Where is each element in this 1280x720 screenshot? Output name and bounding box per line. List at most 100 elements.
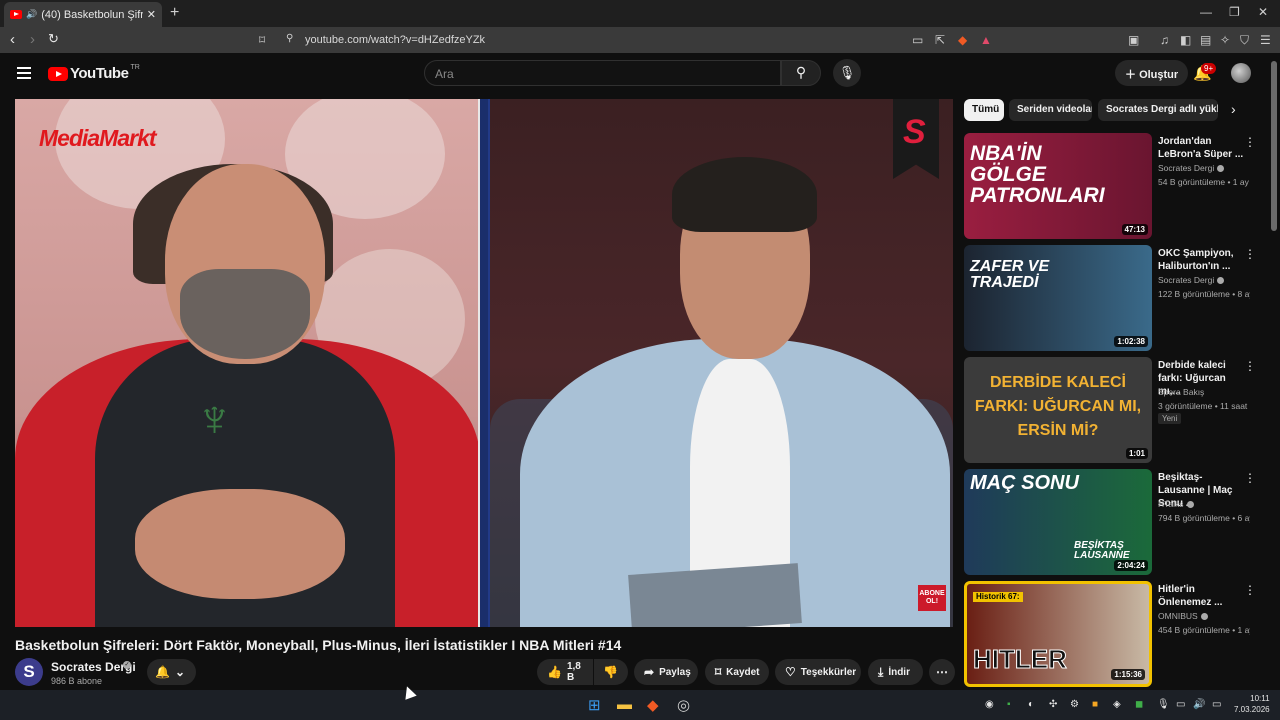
browser-menu-icon[interactable]: ☰ [1260, 33, 1271, 47]
thumbs-down-icon: 👎 [603, 665, 618, 679]
brave-browser-icon[interactable]: ◆ [647, 696, 659, 714]
more-vertical-icon[interactable]: ⋮ [1244, 359, 1256, 373]
new-tab-button[interactable]: + [170, 4, 179, 22]
window-close-button[interactable]: ✕ [1258, 5, 1268, 19]
url-field[interactable]: youtube.com/watch?v=dHZedfzeYZk [305, 34, 485, 46]
vpn-shield-icon[interactable]: ⛉ [1240, 33, 1249, 48]
recommendation-item[interactable]: Historik 67: HITLER 1:15:36 Hitler'in Ön… [964, 581, 1264, 687]
rec-meta: 122 B görüntüleme • 8 ay önce [1158, 289, 1250, 299]
save-button[interactable]: ⌑ Kaydet [705, 659, 769, 685]
rec-meta: 794 B görüntüleme • 6 ay önce [1158, 513, 1250, 523]
verified-icon [1200, 613, 1208, 620]
share-button[interactable]: ➦ Paylaş [634, 659, 698, 685]
plus-icon: ＋ [1125, 69, 1140, 81]
browser-tab-bar: 🔊 (40) Basketbolun Şifreleri: Dö ✕ + — ❐… [0, 0, 1280, 27]
rec-meta: 54 B görüntüleme • 1 ay önce [1158, 177, 1250, 187]
more-actions-button[interactable]: ⋯ [929, 659, 955, 685]
video-right-panel [490, 99, 953, 627]
share-page-icon[interactable]: ⇱ [935, 33, 945, 47]
mic-icon: 🎙 [838, 65, 856, 80]
tray-icon[interactable]: ✣ [1049, 699, 1057, 710]
system-clock[interactable]: 10:11 7.03.2026 [1234, 693, 1270, 715]
browser-tab-active[interactable]: 🔊 (40) Basketbolun Şifreleri: Dö ✕ [4, 2, 162, 27]
battery-icon[interactable]: ▭ [1212, 699, 1221, 710]
create-button[interactable]: ＋ Oluştur [1115, 60, 1189, 86]
subscribed-bell-button[interactable]: 🔔 ⌄ [147, 659, 196, 685]
recommendation-item[interactable]: ZAFER VE TRAJEDİ 1:02:38 OKC Şampiyon, H… [964, 245, 1264, 351]
windows-start-icon[interactable]: ⊞ [588, 696, 601, 714]
app-icon[interactable]: ◎ [677, 696, 690, 714]
brave-shields-icon[interactable]: ◆ [958, 33, 967, 47]
like-button[interactable]: 👍 1,8 B [537, 659, 593, 685]
forward-icon[interactable]: › [30, 31, 35, 48]
video-thumbnail[interactable]: NBA'İN GÖLGE PATRONLARI 47:13 [964, 133, 1152, 239]
youtube-logo[interactable]: YouTube TR [48, 64, 140, 82]
scrollbar[interactable] [1271, 61, 1277, 231]
thanks-button[interactable]: ♡ Teşekkürler [775, 659, 861, 685]
rec-channel: HTalks [1158, 499, 1194, 509]
volume-icon[interactable]: 🔊 [1193, 699, 1205, 710]
verified-icon [1217, 277, 1225, 284]
dislike-button[interactable]: 👎 [594, 659, 628, 685]
wallet-icon[interactable]: ▤ [1200, 33, 1211, 47]
tray-icon[interactable]: ◐ [1028, 699, 1034, 710]
split-divider [478, 99, 490, 627]
back-icon[interactable]: ‹ [10, 31, 15, 48]
rec-title[interactable]: Jordan'dan LeBron'a Süper ... [1158, 135, 1244, 161]
rec-title[interactable]: Hitler'in Önlenemez ... [1158, 583, 1244, 609]
search-input[interactable]: Ara [424, 60, 781, 86]
recommendation-item[interactable]: MAÇ SONU BEŞİKTAŞ LAUSANNE 2:04:24 Beşik… [964, 469, 1264, 575]
bookmark-icon[interactable]: ⌑ [259, 33, 265, 47]
address-bar-row: ‹ › ↻ ⌑ ⚲ youtube.com/watch?v=dHZedfzeYZ… [0, 27, 1280, 53]
more-vertical-icon[interactable]: ⋮ [1244, 471, 1256, 485]
tray-icon[interactable]: ■ [1092, 699, 1098, 710]
tray-icon[interactable]: ◼ [1135, 699, 1143, 710]
chip-series[interactable]: Seriden videolar [1009, 99, 1092, 121]
recommendation-item[interactable]: NBA'İN GÖLGE PATRONLARI 47:13 Jordan'dan… [964, 133, 1264, 239]
duration-badge: 1:01 [1125, 448, 1148, 459]
more-vertical-icon[interactable]: ⋮ [1244, 583, 1256, 597]
subscribe-watermark[interactable]: ABONE OL! [918, 585, 946, 611]
recommendation-item[interactable]: DERBİDE KALECİ FARKI: UĞURCAN MI, ERSİN … [964, 357, 1264, 463]
voice-search-button[interactable]: 🎙 [833, 59, 861, 87]
mic-icon[interactable]: 🎙 [1157, 699, 1170, 710]
music-icon[interactable]: ♫ [1160, 33, 1169, 47]
more-vertical-icon[interactable]: ⋮ [1244, 135, 1256, 149]
new-badge: Yeni [1158, 413, 1182, 424]
rec-title[interactable]: OKC Şampiyon, Haliburton'ın ... [1158, 247, 1244, 273]
menu-icon[interactable] [17, 67, 31, 82]
site-info-icon[interactable]: ⚲ [286, 33, 293, 44]
chip-all[interactable]: Tümü [964, 99, 1004, 121]
video-player[interactable]: ♆ MediaMarkt S ABONE OL! [15, 99, 953, 627]
reload-icon[interactable]: ↻ [48, 31, 59, 47]
video-thumbnail[interactable]: MAÇ SONU BEŞİKTAŞ LAUSANNE 2:04:24 [964, 469, 1152, 575]
chevron-right-icon[interactable]: › [1231, 101, 1236, 117]
account-avatar[interactable] [1231, 63, 1251, 83]
rec-channel: Socrates Dergi [1158, 275, 1225, 285]
brave-rewards-icon[interactable]: ▲ [980, 33, 992, 47]
cast-icon[interactable]: ▭ [912, 33, 923, 47]
tray-icon[interactable]: ▪ [1007, 699, 1011, 710]
minimize-button[interactable]: — [1200, 5, 1212, 19]
bookmark-icon: ⌑ [715, 665, 722, 679]
more-vertical-icon[interactable]: ⋮ [1244, 247, 1256, 261]
tray-icon[interactable]: ◈ [1113, 699, 1121, 710]
file-explorer-icon[interactable]: ▬ [617, 696, 632, 713]
tray-icon[interactable]: ⚙ [1070, 699, 1079, 710]
sidebar-toggle-icon[interactable]: ▣ [1128, 33, 1139, 47]
tray-icon[interactable]: ◉ [985, 699, 994, 710]
split-view-icon[interactable]: ◧ [1180, 33, 1191, 47]
tab-close-icon[interactable]: ✕ [147, 8, 156, 21]
speaker-icon: 🔊 [26, 9, 38, 19]
channel-avatar[interactable]: S [15, 658, 43, 686]
search-button[interactable]: ⚲ [781, 60, 821, 86]
network-icon[interactable]: ▭ [1176, 699, 1185, 710]
download-button[interactable]: ⤓ İndir [868, 659, 923, 685]
chip-from-uploader[interactable]: Socrates Dergi adlı yükleyiciden [1098, 99, 1218, 121]
bell-icon: 🔔 [155, 665, 170, 679]
video-thumbnail[interactable]: ZAFER VE TRAJEDİ 1:02:38 [964, 245, 1152, 351]
video-thumbnail[interactable]: Historik 67: HITLER 1:15:36 [964, 581, 1152, 687]
restore-button[interactable]: ❐ [1229, 5, 1240, 19]
leo-ai-icon[interactable]: ✧ [1220, 33, 1230, 47]
video-thumbnail[interactable]: DERBİDE KALECİ FARKI: UĞURCAN MI, ERSİN … [964, 357, 1152, 463]
